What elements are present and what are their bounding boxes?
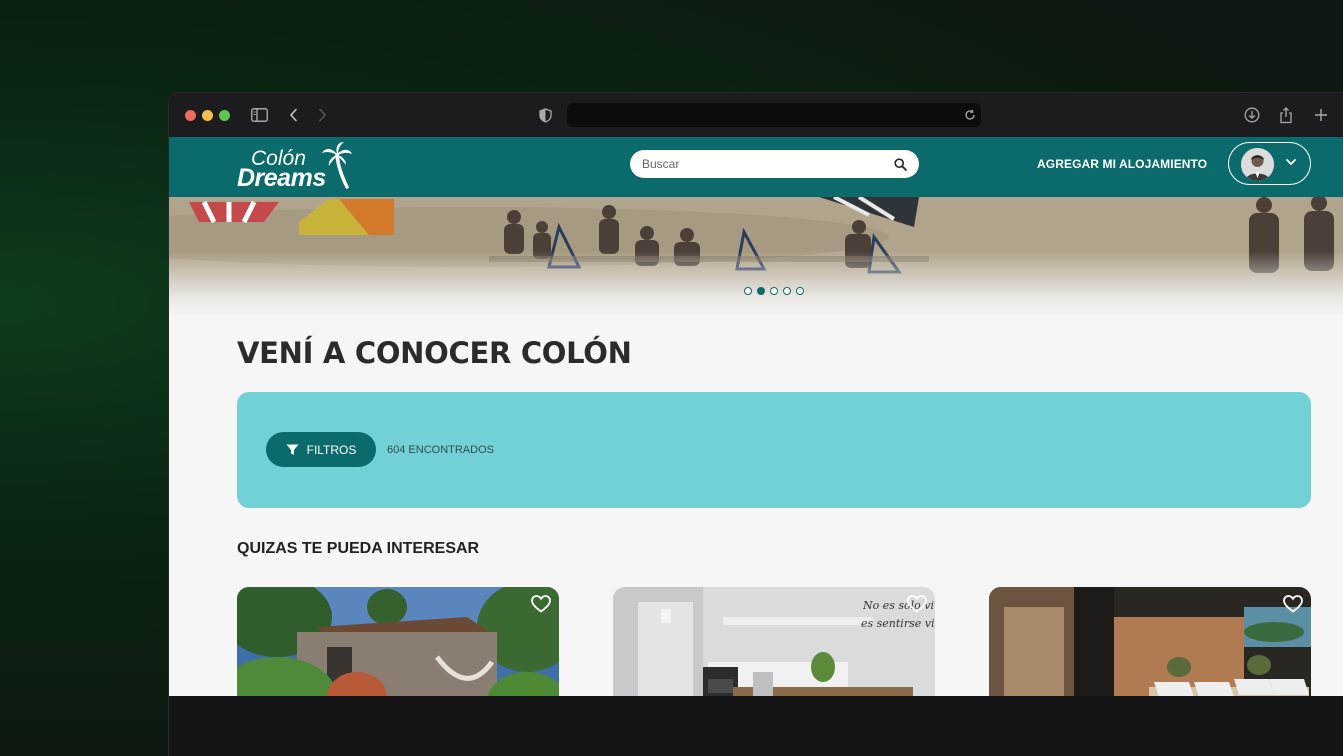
address-bar[interactable] <box>567 103 981 127</box>
hero-carousel[interactable] <box>169 197 1343 317</box>
favorite-heart-icon[interactable] <box>907 595 927 618</box>
user-menu-button[interactable] <box>1228 142 1311 185</box>
carousel-indicators <box>744 287 804 295</box>
page-title: VENÍ A CONOCER COLÓN <box>237 336 632 370</box>
listing-card[interactable] <box>989 587 1311 696</box>
add-lodging-link[interactable]: AGREGAR MI ALOJAMIENTO <box>1037 157 1207 171</box>
listing-photo: No es solo vivir es sentirse vivo <box>613 587 935 696</box>
plus-icon[interactable] <box>1311 105 1331 125</box>
carousel-dot[interactable] <box>744 287 752 295</box>
section-title: QUIZAS TE PUEDA INTERESAR <box>237 540 480 557</box>
listing-card[interactable] <box>237 587 559 696</box>
filters-button-label: FILTROS <box>306 442 357 457</box>
favorite-heart-icon[interactable] <box>1283 595 1303 618</box>
close-window-button[interactable] <box>185 110 196 121</box>
hero-fade <box>169 197 1343 317</box>
favorite-heart-icon[interactable] <box>531 595 551 618</box>
palm-tree-icon <box>322 142 352 189</box>
browser-window: Colón Dreams AGREGAR MI ALOJAM <box>168 92 1343 756</box>
logo-text-line2: Dreams <box>237 164 326 192</box>
listing-photo <box>237 587 559 696</box>
site-header: Colón Dreams AGREGAR MI ALOJAM <box>169 137 1343 197</box>
carousel-dot-active[interactable] <box>757 287 765 295</box>
minimize-window-button[interactable] <box>202 110 213 121</box>
carousel-dot[interactable] <box>770 287 778 295</box>
search-icon[interactable] <box>894 157 907 171</box>
filter-icon <box>286 444 299 455</box>
svg-text:es sentirse vivo: es sentirse vivo <box>861 617 935 630</box>
chevron-left-icon[interactable] <box>284 105 304 125</box>
filter-panel: FILTROS 604 ENCONTRADOS <box>237 392 1311 508</box>
listing-card[interactable]: No es solo vivir es sentirse vivo <box>613 587 935 696</box>
search-input[interactable] <box>642 157 894 171</box>
web-page: Colón Dreams AGREGAR MI ALOJAM <box>169 137 1343 696</box>
results-count: 604 ENCONTRADOS <box>387 444 494 456</box>
maximize-window-button[interactable] <box>219 110 230 121</box>
avatar <box>1241 148 1274 181</box>
filters-button[interactable]: FILTROS <box>266 432 376 467</box>
shield-icon[interactable] <box>535 105 555 125</box>
search-box <box>630 150 919 178</box>
share-icon[interactable] <box>1276 105 1296 125</box>
site-logo[interactable]: Colón Dreams <box>237 141 353 192</box>
chevron-right-icon[interactable] <box>312 105 332 125</box>
carousel-dot[interactable] <box>783 287 791 295</box>
sidebar-icon[interactable] <box>249 105 269 125</box>
download-icon[interactable] <box>1242 105 1262 125</box>
reload-icon[interactable] <box>960 105 980 125</box>
window-bottom-bar <box>169 696 1343 756</box>
carousel-dot[interactable] <box>796 287 804 295</box>
browser-toolbar <box>169 93 1343 137</box>
listing-photo <box>989 587 1311 696</box>
chevron-down-icon <box>1285 155 1297 173</box>
